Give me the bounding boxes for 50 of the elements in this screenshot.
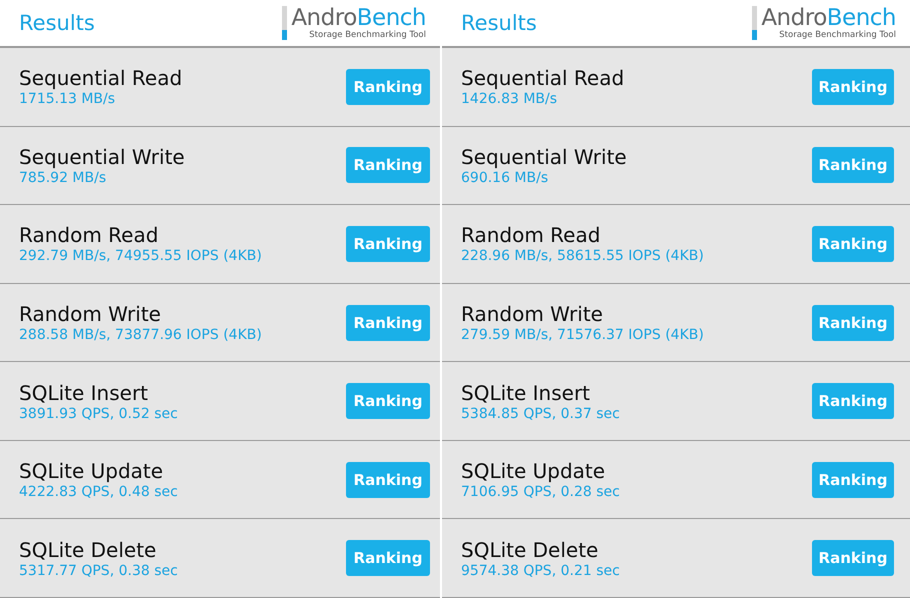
test-result: 288.58 MB/s, 73877.96 IOPS (4KB) — [19, 327, 262, 344]
ranking-button[interactable]: Ranking — [812, 462, 894, 498]
logo-text: AndroBench — [291, 6, 426, 30]
ranking-button[interactable]: Ranking — [812, 226, 894, 262]
test-result: 9574.38 QPS, 0.21 sec — [461, 562, 620, 579]
test-name: Random Write — [19, 302, 162, 326]
ranking-button[interactable]: Ranking — [346, 462, 430, 498]
test-name: Sequential Read — [461, 66, 624, 90]
test-result: 690.16 MB/s — [461, 170, 550, 186]
ranking-button[interactable]: Ranking — [812, 383, 894, 420]
test-result: 7106.95 QPS, 0.28 sec — [461, 484, 620, 500]
ranking-button[interactable]: Ranking — [346, 226, 430, 262]
test-result: 279.59 MB/s, 71576.37 IOPS (4KB) — [461, 327, 704, 344]
test-result: 3891.93 QPS, 0.52 sec — [19, 406, 178, 422]
logo-mark-icon — [752, 6, 758, 40]
test-result: 4222.83 QPS, 0.48 sec — [19, 484, 178, 500]
test-name: SQLite Insert — [461, 380, 592, 405]
test-result: 5317.77 QPS, 0.38 sec — [19, 562, 178, 579]
test-result: 1715.13 MB/s — [19, 91, 116, 108]
ranking-button[interactable]: Ranking — [812, 304, 894, 341]
test-result: 228.96 MB/s, 58615.55 IOPS (4KB) — [461, 248, 704, 264]
ranking-button[interactable]: Ranking — [812, 147, 894, 184]
logo-tagline: Storage Benchmarking Tool — [309, 30, 426, 40]
ranking-button[interactable]: Ranking — [346, 304, 430, 341]
screen-title: Results — [461, 11, 537, 35]
screen-title: Results — [19, 11, 95, 35]
test-name: SQLite Update — [19, 459, 164, 484]
ranking-button[interactable]: Ranking — [346, 147, 430, 184]
ranking-button[interactable]: Ranking — [346, 383, 430, 420]
test-name: Random Read — [461, 223, 602, 248]
test-result: 785.92 MB/s — [19, 170, 108, 186]
test-name: SQLite Delete — [19, 538, 158, 562]
test-result: 1426.83 MB/s — [461, 91, 558, 108]
test-name: Sequential Read — [19, 66, 182, 90]
ranking-button[interactable]: Ranking — [812, 68, 894, 105]
test-name: SQLite Delete — [461, 538, 600, 562]
logo-text: AndroBench — [761, 6, 896, 30]
ranking-button[interactable]: Ranking — [346, 68, 430, 105]
test-result: 292.79 MB/s, 74955.55 IOPS (4KB) — [19, 248, 262, 264]
test-name: Sequential Write — [461, 144, 627, 169]
test-result: 5384.85 QPS, 0.37 sec — [461, 406, 620, 422]
ranking-button[interactable]: Ranking — [812, 540, 894, 576]
logo-mark-icon — [282, 6, 288, 40]
test-name: SQLite Update — [461, 459, 606, 484]
test-name: Sequential Write — [19, 144, 185, 169]
ranking-button[interactable]: Ranking — [346, 540, 430, 576]
test-name: Random Write — [461, 302, 604, 326]
logo-tagline: Storage Benchmarking Tool — [779, 30, 896, 40]
test-name: Random Read — [19, 223, 160, 248]
test-name: SQLite Insert — [19, 380, 150, 405]
